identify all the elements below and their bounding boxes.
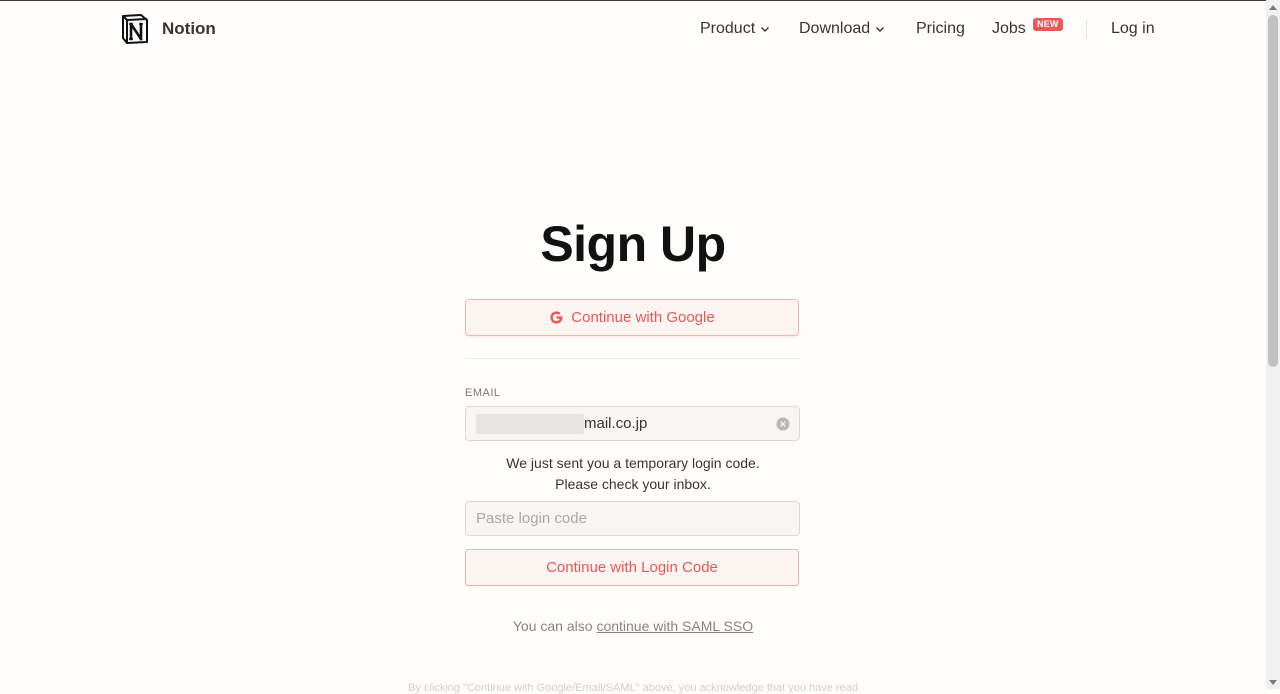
divider	[465, 358, 800, 359]
brand-name: Notion	[162, 19, 216, 38]
nav-divider	[1086, 20, 1087, 38]
google-icon	[550, 311, 563, 324]
email-field[interactable]: mail.co.jp	[465, 406, 800, 441]
saml-sso-link[interactable]: continue with SAML SSO	[596, 618, 753, 634]
brand-logo[interactable]: Notion	[119, 13, 216, 45]
login-code-notice: We just sent you a temporary login code.…	[0, 453, 1266, 495]
nav-product[interactable]: Product	[700, 20, 770, 38]
saml-prefix: You can also	[512, 618, 593, 634]
nav-login-label: Log in	[1111, 20, 1155, 37]
scroll-up-arrow-icon[interactable]	[1269, 5, 1277, 10]
chevron-down-icon	[761, 27, 770, 32]
scroll-down-arrow-icon[interactable]	[1269, 680, 1277, 685]
top-nav: Notion Product Download Pricing Jobs NEW…	[0, 0, 1266, 60]
notion-logo-icon	[122, 14, 148, 44]
new-badge: NEW	[1033, 18, 1063, 31]
notice-line-2: Please check your inbox.	[555, 476, 711, 492]
continue-with-login-code-button[interactable]: Continue with Login Code	[465, 549, 799, 586]
continue-with-google-button[interactable]: Continue with Google	[465, 299, 799, 336]
nav-product-label: Product	[700, 20, 756, 37]
nav-login[interactable]: Log in	[1111, 20, 1155, 38]
login-code-button-label: Continue with Login Code	[546, 559, 718, 576]
nav-download[interactable]: Download	[799, 20, 885, 38]
nav-jobs-label: Jobs	[992, 20, 1026, 37]
terms-footer: By clicking "Continue with Google/Email/…	[408, 682, 858, 694]
chevron-down-icon	[876, 27, 885, 32]
nav-jobs[interactable]: Jobs	[992, 20, 1026, 38]
vertical-scrollbar[interactable]	[1266, 0, 1280, 689]
google-button-label: Continue with Google	[571, 309, 715, 326]
clear-input-icon[interactable]	[776, 417, 790, 431]
login-code-placeholder: Paste login code	[476, 510, 587, 527]
login-code-input[interactable]: Paste login code	[465, 501, 800, 536]
redacted-email-prefix	[476, 414, 584, 434]
nav-pricing[interactable]: Pricing	[916, 20, 965, 38]
saml-sso-line: You can also continue with SAML SSO	[0, 618, 1266, 634]
email-value: mail.co.jp	[584, 415, 648, 432]
scrollbar-thumb[interactable]	[1268, 15, 1278, 367]
notice-line-1: We just sent you a temporary login code.	[506, 455, 760, 471]
page-title: Sign Up	[540, 216, 726, 272]
nav-download-label: Download	[799, 20, 871, 37]
nav-pricing-label: Pricing	[916, 20, 965, 37]
email-label: EMAIL	[465, 387, 501, 399]
